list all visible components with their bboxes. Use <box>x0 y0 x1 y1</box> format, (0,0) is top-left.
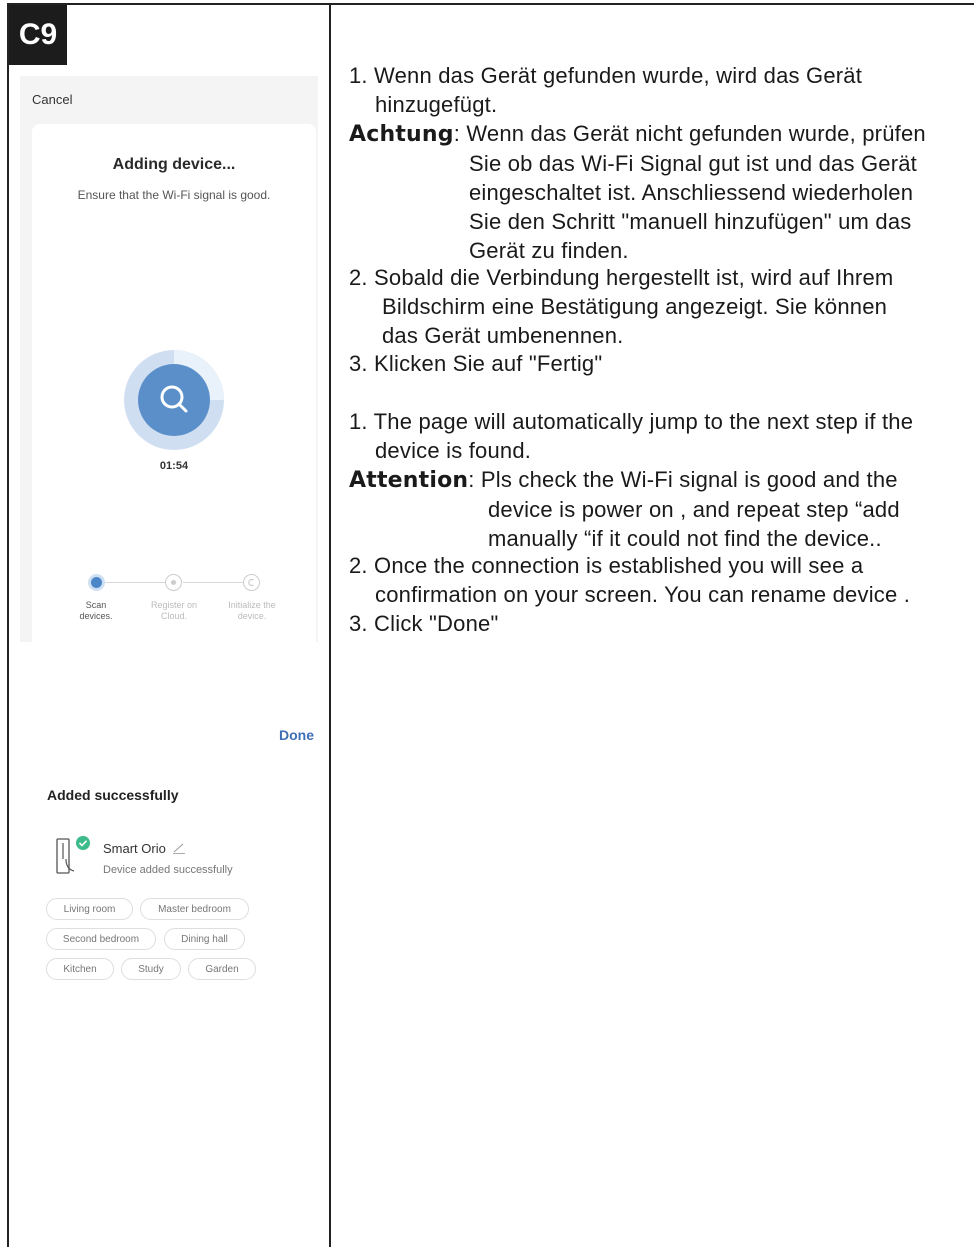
edit-icon[interactable] <box>172 842 186 857</box>
cancel-button[interactable]: Cancel <box>32 92 72 107</box>
english-note-label: Attention <box>349 468 469 493</box>
device-name[interactable]: Smart Orio <box>103 841 186 857</box>
device-icon <box>54 835 94 877</box>
english-step-2: 2. Once the connection is established yo… <box>349 553 911 607</box>
adding-card: Adding device... Ensure that the Wi-Fi s… <box>32 124 316 642</box>
german-step-2: 2. Sobald die Verbindung hergestellt ist… <box>349 265 894 348</box>
step-dot-scan <box>88 574 105 591</box>
room-chip[interactable]: Living room <box>46 898 133 920</box>
step-label-initialize: Initialize the device. <box>228 600 276 621</box>
step-dot-initialize <box>243 574 260 591</box>
progress-steps: Scan devices. Register on Cloud. Initializ… <box>32 570 316 630</box>
english-note: Attention: Pls check the Wi-Fi signal is… <box>349 467 900 551</box>
room-chip[interactable]: Kitchen <box>46 958 114 980</box>
column-divider <box>329 3 331 1247</box>
german-step-3: 3. Klicken Sie auf "Fertig" <box>349 351 603 376</box>
step-label-scan: Scan devices. <box>79 600 113 621</box>
english-step-1: 1. The page will automatically jump to t… <box>349 409 914 463</box>
room-chip[interactable]: Study <box>121 958 181 980</box>
device-status: Device added successfully <box>103 864 233 876</box>
room-chip[interactable]: Dining hall <box>164 928 245 950</box>
countdown-timer: 01:54 <box>159 460 189 472</box>
english-step-3: 3. Click "Done" <box>349 611 499 636</box>
search-progress-ring <box>122 348 226 452</box>
step-connector <box>105 582 165 583</box>
german-note: Achtung: Wenn das Gerät nicht gefunden w… <box>349 121 926 263</box>
adding-subtitle: Ensure that the Wi-Fi signal is good. <box>77 188 271 202</box>
check-icon <box>76 836 90 850</box>
step-badge: C9 <box>9 5 67 65</box>
german-note-label: Achtung <box>349 122 454 147</box>
step-label-register: Register on Cloud. <box>150 600 198 621</box>
step-connector <box>183 582 243 583</box>
step-dot-register <box>165 574 182 591</box>
german-step-1: 1. Wenn das Gerät gefunden wurde, wird d… <box>349 63 863 117</box>
room-chip[interactable]: Master bedroom <box>140 898 249 920</box>
room-chip[interactable]: Garden <box>188 958 256 980</box>
adding-title: Adding device... <box>112 156 236 173</box>
adding-device-screen: Cancel Adding device... Ensure that the … <box>20 76 318 642</box>
added-title: Added successfully <box>47 787 179 803</box>
done-button[interactable]: Done <box>279 727 314 743</box>
room-chip[interactable]: Second bedroom <box>46 928 156 950</box>
